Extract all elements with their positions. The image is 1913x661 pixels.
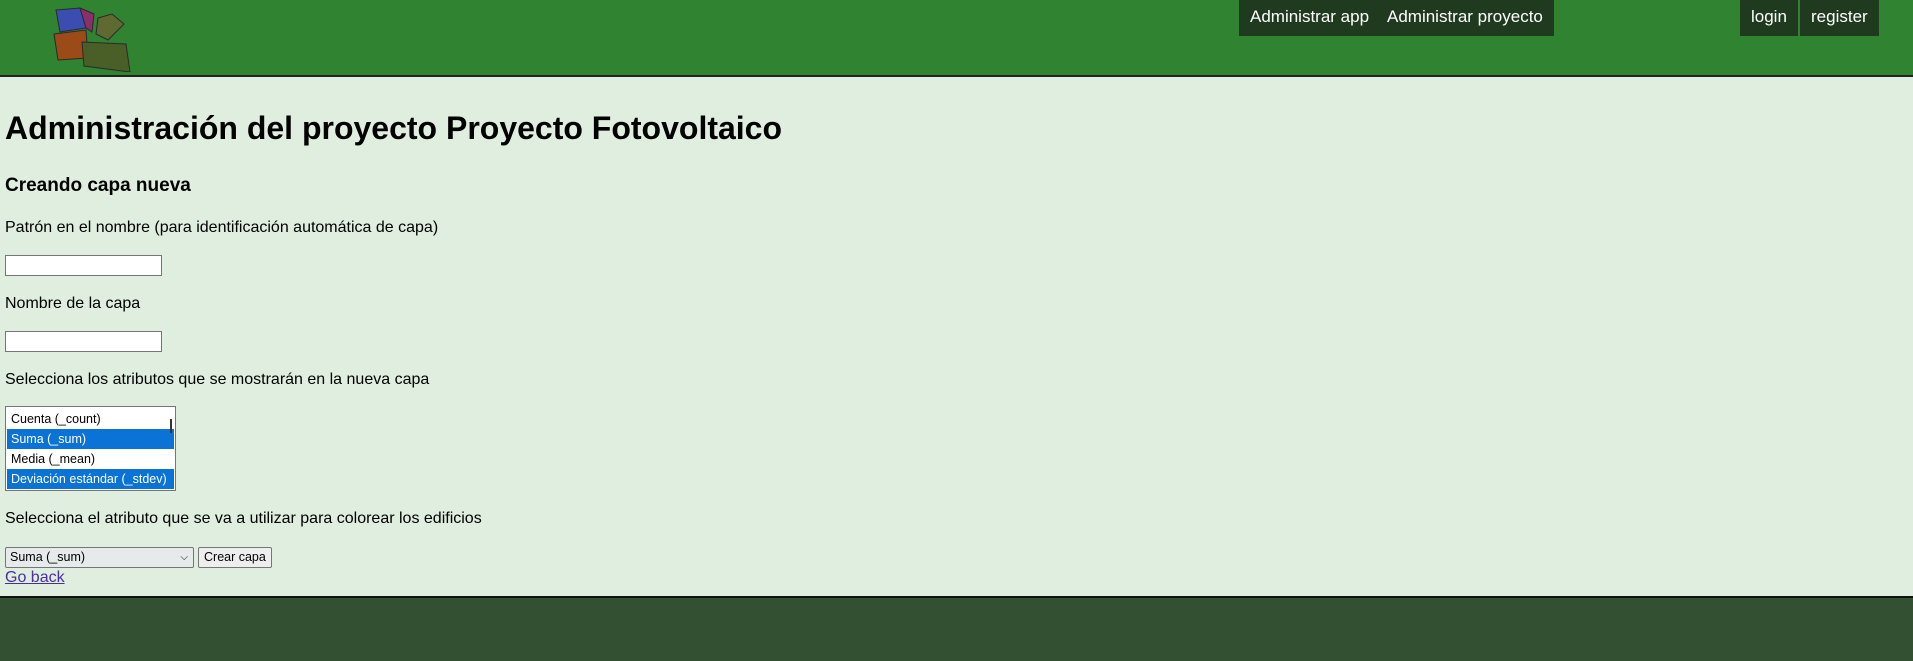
create-layer-button[interactable]: Crear capa	[198, 547, 272, 568]
attribute-option-stdev[interactable]: Deviación estándar (_stdev)	[7, 469, 174, 489]
attributes-listbox[interactable]: Cuenta (_count) Suma (_sum) Media (_mean…	[5, 406, 176, 491]
pattern-label: Patrón en el nombre (para identificación…	[5, 219, 439, 236]
layer-name-label: Nombre de la capa	[5, 295, 141, 312]
attributes-label: Selecciona los atributos que se mostrará…	[5, 371, 430, 388]
color-attribute-selected-value: Suma (_sum)	[10, 550, 86, 564]
listbox-scrollbar[interactable]	[170, 419, 172, 433]
color-attribute-select[interactable]: Suma (_sum) ⌵	[5, 547, 194, 568]
nav-register-link[interactable]: register	[1800, 0, 1879, 36]
nav-admin-app-link[interactable]: Administrar app	[1239, 0, 1381, 36]
attribute-option-mean[interactable]: Media (_mean)	[7, 449, 174, 469]
nav-admin-project-link[interactable]: Administrar proyecto	[1376, 0, 1554, 36]
attribute-option-count[interactable]: Cuenta (_count)	[7, 409, 174, 429]
footer	[0, 596, 1913, 661]
buildings-logo-icon[interactable]	[52, 4, 132, 72]
pattern-input[interactable]	[5, 255, 162, 276]
layer-name-input[interactable]	[5, 331, 162, 352]
go-back-link[interactable]: Go back	[5, 569, 65, 587]
attribute-option-sum[interactable]: Suma (_sum)	[7, 429, 174, 449]
section-subtitle: Creando capa nueva	[5, 175, 191, 196]
nav-login-link[interactable]: login	[1740, 0, 1798, 36]
top-navigation-bar: Administrar app Administrar proyecto log…	[0, 0, 1913, 77]
page-title: Administración del proyecto Proyecto Fot…	[5, 110, 783, 146]
color-attribute-label: Selecciona el atributo que se va a utili…	[5, 510, 482, 527]
chevron-down-icon: ⌵	[180, 552, 188, 563]
